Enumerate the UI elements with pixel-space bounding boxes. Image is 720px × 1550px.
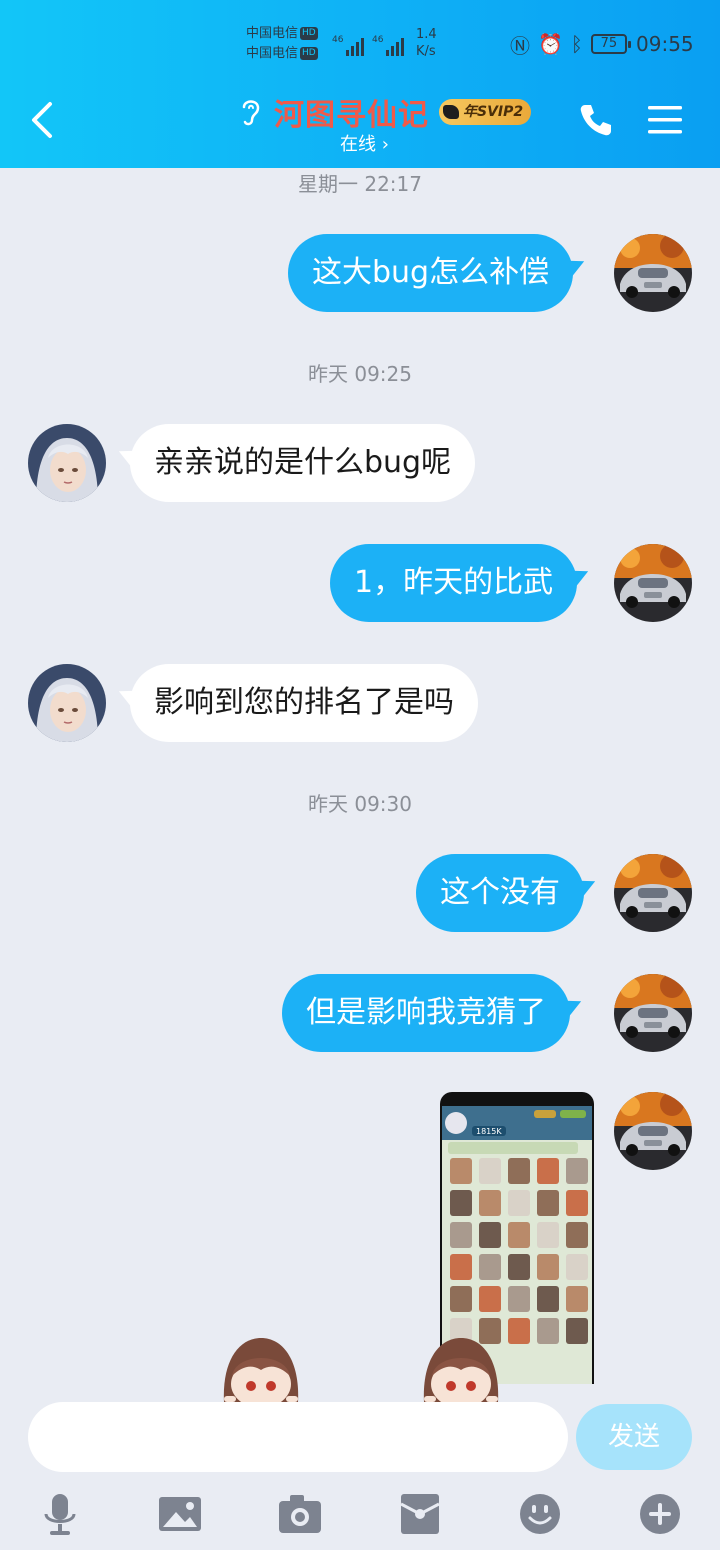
microphone-icon[interactable] bbox=[38, 1492, 82, 1536]
carrier-1: 中国电信 bbox=[246, 26, 299, 41]
net-2: 46 bbox=[372, 35, 384, 45]
my-message-bubble[interactable]: 这大bug怎么补偿 bbox=[288, 234, 574, 312]
game-grid-cell bbox=[479, 1222, 501, 1248]
game-grid-cell bbox=[450, 1254, 472, 1280]
game-grid-cell bbox=[537, 1254, 559, 1280]
ear-icon bbox=[242, 100, 260, 126]
game-grid-cell bbox=[508, 1318, 530, 1344]
game-tabs bbox=[448, 1142, 578, 1154]
game-grid-cell bbox=[450, 1222, 472, 1248]
picture-icon[interactable] bbox=[158, 1492, 202, 1536]
game-grid-cell bbox=[479, 1190, 501, 1216]
network-speed: 1.4 K/s bbox=[416, 26, 437, 60]
game-grid-cell bbox=[508, 1190, 530, 1216]
image-caption: 1815K bbox=[476, 1127, 502, 1136]
my-avatar[interactable] bbox=[614, 974, 692, 1052]
phone-icon[interactable] bbox=[576, 100, 616, 140]
chat-header: 中国电信 HD 中国电信 HD 46 46 1.4 K/s Ⓝ ⏰ ᛒ 75 09:… bbox=[0, 0, 720, 168]
game-topbar: 1815K bbox=[442, 1106, 592, 1140]
alarm-icon: ⏰ bbox=[538, 32, 563, 56]
my-message-bubble[interactable]: 1，昨天的比武 bbox=[330, 544, 578, 622]
peeking-boy-sticker bbox=[223, 1338, 299, 1402]
game-grid-cell bbox=[450, 1286, 472, 1312]
car-avatar-image bbox=[614, 234, 692, 312]
game-grid-cell bbox=[508, 1158, 530, 1184]
camera-icon[interactable] bbox=[278, 1492, 322, 1536]
game-grid-cell bbox=[566, 1318, 588, 1344]
game-grid-cell bbox=[508, 1254, 530, 1280]
speed-unit: K/s bbox=[416, 44, 436, 59]
car-avatar-image bbox=[614, 974, 692, 1052]
game-grid-cell bbox=[537, 1158, 559, 1184]
game-grid-cell bbox=[537, 1318, 559, 1344]
game-grid-cell bbox=[508, 1286, 530, 1312]
status-bar: 中国电信 HD 中国电信 HD 46 46 1.4 K/s Ⓝ ⏰ ᛒ 75 09:… bbox=[0, 22, 720, 72]
game-grid-cell bbox=[537, 1190, 559, 1216]
nfc-icon: Ⓝ bbox=[510, 33, 530, 58]
my-message-bubble[interactable]: 但是影响我竞猜了 bbox=[282, 974, 570, 1052]
svip-badge: 年SVIP2 bbox=[439, 99, 532, 125]
red-packet-icon[interactable] bbox=[398, 1492, 442, 1536]
my-avatar[interactable] bbox=[614, 854, 692, 932]
car-avatar-image bbox=[614, 854, 692, 932]
net-1: 46 bbox=[332, 35, 344, 45]
game-grid-cell bbox=[566, 1222, 588, 1248]
plus-icon[interactable] bbox=[638, 1492, 682, 1536]
game-grid-cell bbox=[450, 1158, 472, 1184]
my-message-bubble[interactable]: 这个没有 bbox=[416, 854, 584, 932]
game-grid-cell bbox=[537, 1286, 559, 1312]
emoji-icon[interactable] bbox=[518, 1492, 562, 1536]
chat-title: 河图寻仙记 bbox=[274, 98, 429, 133]
menu-icon[interactable] bbox=[646, 102, 684, 138]
car-avatar-image bbox=[614, 544, 692, 622]
back-chevron-icon[interactable] bbox=[24, 96, 64, 144]
my-avatar[interactable] bbox=[614, 544, 692, 622]
bluetooth-icon: ᛒ bbox=[570, 32, 583, 56]
contact-avatar[interactable] bbox=[28, 664, 106, 742]
battery-icon: 75 bbox=[590, 34, 631, 54]
input-toolbar bbox=[0, 1480, 720, 1550]
game-topbar-art: 1815K bbox=[445, 1110, 586, 1136]
timestamp: 昨天 09:30 bbox=[308, 792, 412, 816]
game-grid-cell bbox=[537, 1222, 559, 1248]
signal-icon: 46 46 bbox=[332, 35, 404, 56]
game-grid-cell bbox=[566, 1158, 588, 1184]
my-avatar[interactable] bbox=[614, 1092, 692, 1170]
game-grid-cell bbox=[508, 1222, 530, 1248]
timestamp: 星期一 22:17 bbox=[298, 172, 422, 196]
game-grid-cell bbox=[450, 1190, 472, 1216]
hd-badge: HD bbox=[300, 27, 318, 40]
timestamp: 昨天 09:25 bbox=[308, 362, 412, 386]
contact-avatar[interactable] bbox=[28, 424, 106, 502]
their-message-bubble[interactable]: 影响到您的排名了是吗 bbox=[130, 664, 478, 742]
game-grid-cell bbox=[566, 1254, 588, 1280]
status-time: 09:55 bbox=[636, 32, 694, 56]
status-icons: Ⓝ ⏰ ᛒ 75 bbox=[510, 30, 631, 58]
hd-badge: HD bbox=[300, 47, 318, 60]
game-grid-cell bbox=[479, 1254, 501, 1280]
carrier-info: 中国电信 HD 中国电信 HD bbox=[246, 24, 318, 64]
game-grid-cell bbox=[479, 1158, 501, 1184]
send-button[interactable]: 发送 bbox=[576, 1404, 692, 1470]
car-avatar-image bbox=[614, 1092, 692, 1170]
presence-status[interactable]: 在线 › bbox=[340, 130, 389, 156]
game-grid-cell bbox=[566, 1286, 588, 1312]
chat-title-group[interactable]: 河图寻仙记 年SVIP2 bbox=[236, 92, 532, 133]
game-grid-cell bbox=[479, 1286, 501, 1312]
my-avatar[interactable] bbox=[614, 234, 692, 312]
speed-value: 1.4 bbox=[416, 27, 437, 42]
anime-avatar-image bbox=[28, 664, 106, 742]
message-input[interactable] bbox=[28, 1402, 568, 1472]
peeking-boy-sticker bbox=[423, 1338, 499, 1402]
anime-avatar-image bbox=[28, 424, 106, 502]
game-grid-cell bbox=[566, 1190, 588, 1216]
their-message-bubble[interactable]: 亲亲说的是什么bug呢 bbox=[130, 424, 476, 502]
carrier-2: 中国电信 bbox=[246, 46, 299, 61]
